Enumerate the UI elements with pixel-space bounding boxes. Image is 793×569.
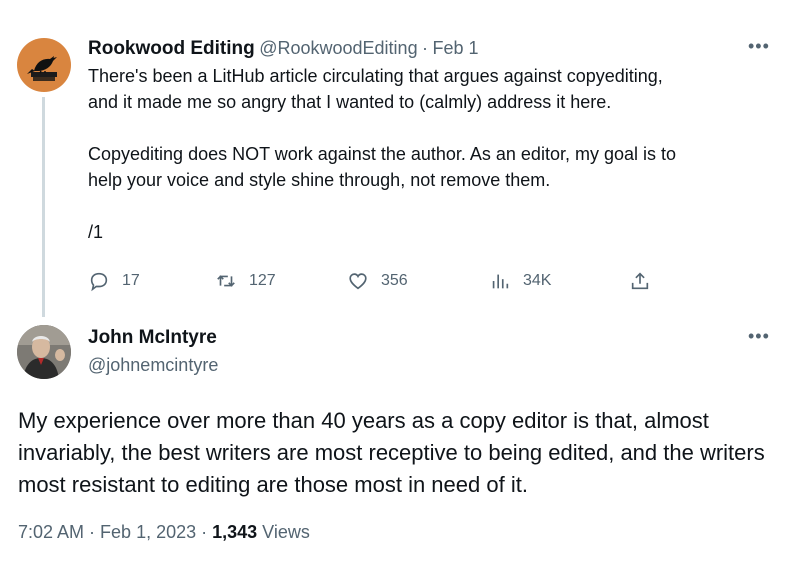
tweet1-author-handle[interactable]: @RookwoodEditing	[259, 38, 417, 58]
retweet-icon	[217, 275, 235, 287]
more-icon[interactable]: •••	[748, 326, 770, 347]
tweet1-date[interactable]: Feb 1	[433, 38, 479, 58]
tweet1-separator: ·	[422, 38, 429, 58]
reply-button[interactable]: 17	[88, 270, 140, 292]
reply-count: 17	[122, 272, 140, 289]
tweet1-text: There's been a LitHub article circulatin…	[88, 66, 676, 242]
tweet2-timestamp-line: 7:02 AM · Feb 1, 2023 · 1,343 Views	[18, 522, 310, 543]
share-icon	[631, 272, 649, 290]
avatar-john-mcintyre[interactable]	[17, 325, 71, 379]
tweet2-views-count[interactable]: 1,343	[212, 522, 257, 542]
tweet2-sep1: ·	[84, 522, 101, 542]
retweet-button[interactable]: 127	[215, 270, 276, 292]
views-button[interactable]: 34K	[489, 270, 551, 292]
reply-icon	[90, 272, 108, 292]
views-icon	[492, 274, 509, 289]
tweet2-time[interactable]: 7:02 AM	[18, 522, 84, 542]
tweet1-header: Rookwood Editing @RookwoodEditing · Feb …	[88, 38, 479, 60]
like-icon	[349, 273, 367, 290]
tweet2-date[interactable]: Feb 1, 2023	[100, 522, 196, 542]
thread-connector-line	[42, 97, 45, 317]
retweet-count: 127	[249, 272, 276, 289]
avatar-rookwood-editing[interactable]	[17, 38, 71, 92]
tweet2-views-label: Views	[257, 522, 310, 542]
like-count: 356	[381, 272, 408, 289]
tweet2-author-handle[interactable]: @johnemcintyre	[88, 355, 218, 376]
tweet1-author-name[interactable]: Rookwood Editing	[88, 38, 255, 59]
crow-on-books-icon	[27, 56, 57, 81]
person-photo-icon	[17, 325, 71, 379]
tweet2-author-name[interactable]: John McIntyre	[88, 327, 217, 349]
more-icon[interactable]: •••	[748, 36, 770, 57]
share-button[interactable]	[629, 270, 651, 292]
views-count: 34K	[523, 272, 552, 289]
tweet2-sep2: ·	[196, 522, 213, 542]
tweet1-action-bar: 17 127 356 34K	[88, 270, 668, 296]
like-button[interactable]: 356	[347, 270, 408, 292]
tweet2-text: My experience over more than 40 years as…	[18, 408, 765, 497]
